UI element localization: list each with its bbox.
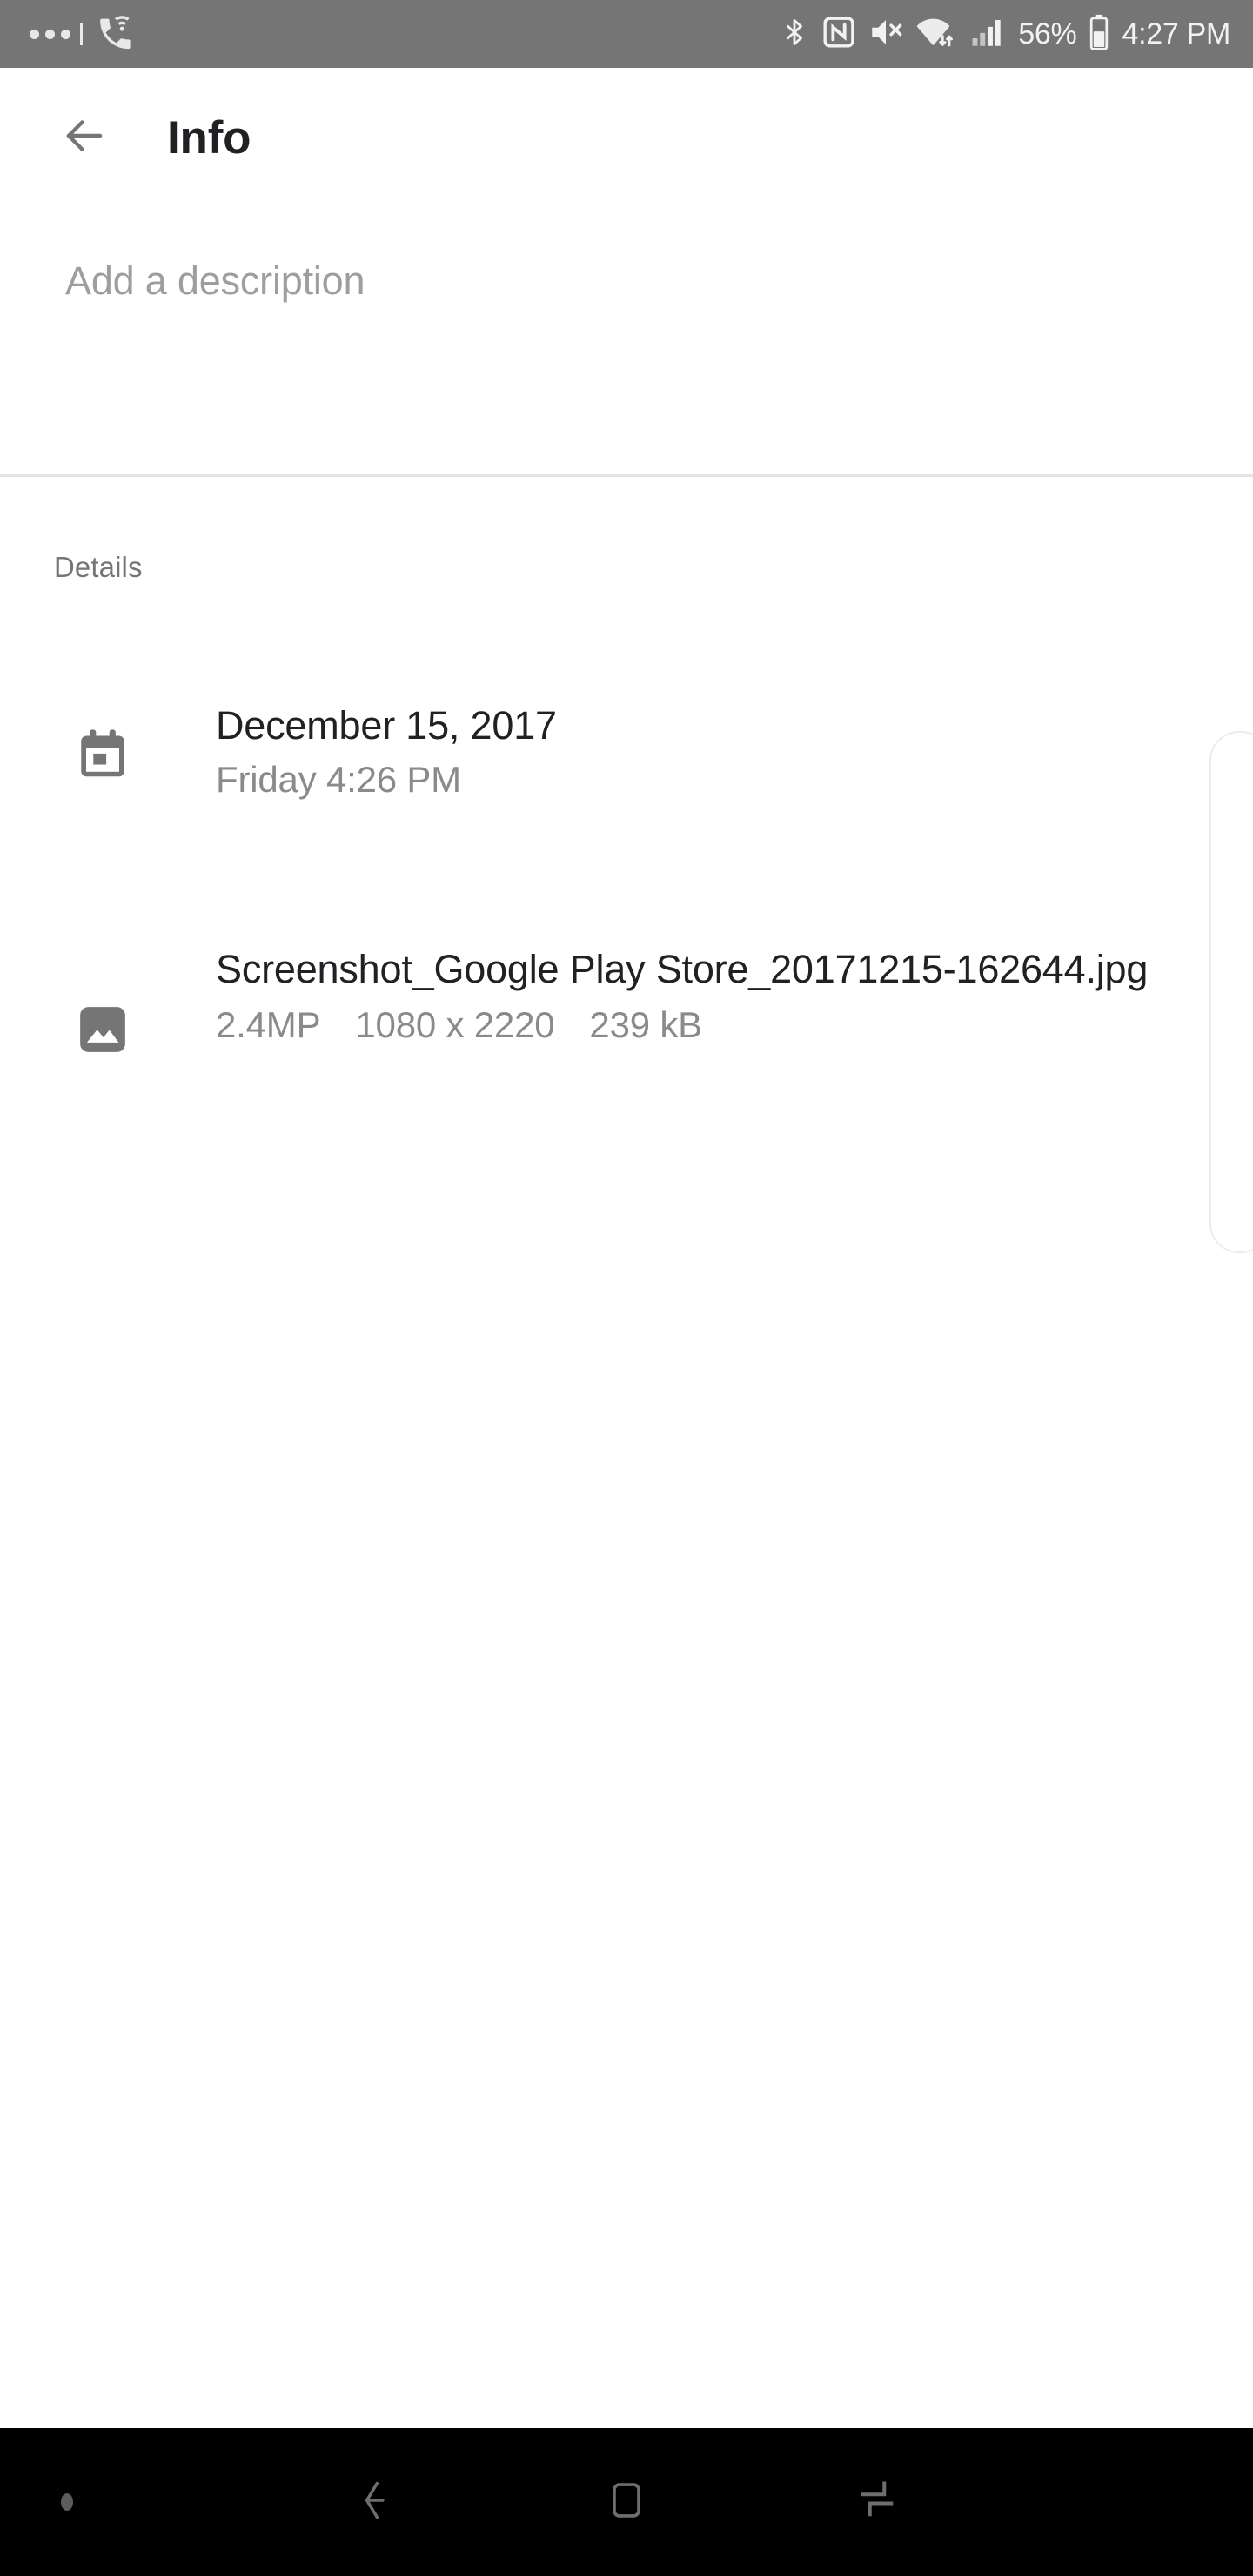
page-title: Info [167,111,251,164]
app-bar: Info [0,68,1253,207]
system-navigation-bar [0,2428,1253,2576]
nav-back-icon [349,2473,403,2532]
wifi-calling-icon [95,12,135,57]
description-placeholder: Add a description [65,258,365,303]
file-meta: 2.4MP 1080 x 2220 239 kB [216,1004,1148,1047]
file-megapixels: 2.4MP [216,1004,321,1046]
status-bar-right: 56% 4:27 PM [779,13,1230,56]
status-bar-left [30,12,135,57]
file-size: 239 kB [589,1004,702,1046]
image-icon [70,1001,136,1058]
date-primary: December 15, 2017 [216,703,557,748]
calendar-icon [70,726,136,783]
status-bar: 56% 4:27 PM [0,0,1253,68]
section-divider [0,474,1253,477]
wifi-data-icon [915,14,957,55]
clock-label: 4:27 PM [1122,17,1230,50]
details-section-label: Details [54,551,143,583]
notification-divider [80,23,83,45]
volume-mute-icon [868,14,904,55]
nav-buttons [0,2428,1253,2576]
description-input[interactable]: Add a description [0,218,1253,474]
detail-text-file: Screenshot_Google Play Store_20171215-16… [216,940,1148,1047]
date-secondary: Friday 4:26 PM [216,759,461,801]
battery-percent-label: 56% [1018,17,1077,50]
nav-home-button[interactable] [501,2428,752,2576]
cellular-signal-icon [968,14,1007,55]
file-name: Screenshot_Google Play Store_20171215-16… [216,947,1149,991]
scrollbar-track[interactable] [1209,731,1253,1253]
more-notifications-icon [30,23,83,45]
nav-indicator-dot [61,2428,73,2576]
file-dimensions: 1080 x 2220 [355,1004,555,1046]
detail-row-date[interactable]: December 15, 2017 Friday 4:26 PM [0,696,1253,802]
battery-icon [1088,13,1110,56]
nav-home-icon [601,2475,652,2530]
detail-text-date: December 15, 2017 Friday 4:26 PM [216,696,557,802]
nav-recents-icon [851,2474,903,2531]
nfc-icon [821,14,856,55]
nav-back-button[interactable] [251,2428,501,2576]
back-arrow-icon [57,109,111,167]
back-button[interactable] [37,90,132,185]
nav-recents-button[interactable] [752,2428,1002,2576]
bluetooth-icon [779,13,810,56]
detail-row-file[interactable]: Screenshot_Google Play Store_20171215-16… [0,940,1253,1058]
